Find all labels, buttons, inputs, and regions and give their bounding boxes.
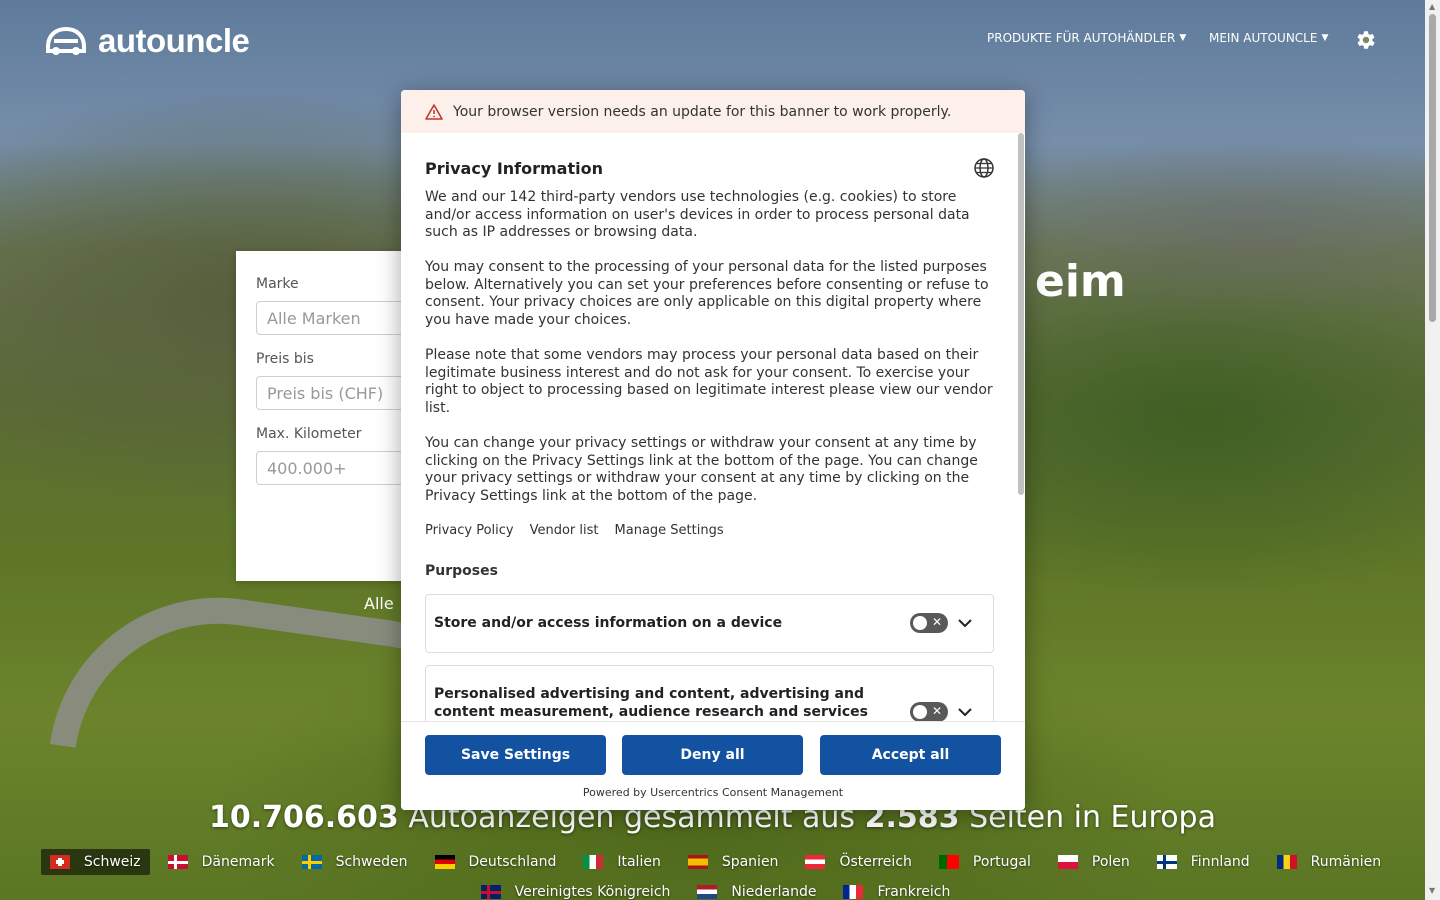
country-link-at[interactable]: Österreich — [796, 849, 920, 875]
caret-down-icon: ▼ — [1321, 33, 1329, 43]
country-link-fi[interactable]: Finnland — [1148, 849, 1259, 875]
caret-down-icon: ▼ — [1179, 33, 1187, 43]
purpose-storage[interactable]: Store and/or access information on a dev… — [425, 594, 994, 653]
nav-label: PRODUKTE FÜR AUTOHÄNDLER — [987, 31, 1176, 45]
gear-icon[interactable] — [1353, 28, 1377, 52]
browser-warning-banner: Your browser version needs an update for… — [401, 90, 1025, 133]
toggle-off-icon: ✕ — [932, 615, 943, 629]
country-link-de[interactable]: Deutschland — [426, 849, 566, 875]
flag-de-icon — [434, 855, 455, 869]
country-link-fr[interactable]: Frankreich — [834, 879, 959, 900]
all-cars-link[interactable]: Alle — [364, 594, 394, 613]
privacy-paragraph: You can change your privacy settings or … — [425, 435, 978, 504]
flag-dk-icon — [167, 855, 188, 869]
purpose-toggle[interactable]: ✕ — [910, 613, 948, 633]
country-link-gb[interactable]: Vereinigtes Königreich — [472, 879, 680, 900]
accept-all-button[interactable]: Accept all — [820, 735, 1001, 775]
country-link-ch[interactable]: Schweiz — [40, 849, 150, 875]
flag-ch-icon — [49, 855, 70, 869]
country-list: Schweiz Dänemark Schweden Deutschland Italie… — [30, 849, 1410, 900]
flag-pl-icon — [1057, 855, 1078, 869]
flag-at-icon — [805, 855, 826, 869]
country-link-nl[interactable]: Niederlande — [688, 879, 825, 900]
nav-my-autouncle[interactable]: MEIN AUTOUNCLE ▼ — [1209, 31, 1328, 45]
chevron-down-icon[interactable] — [958, 616, 972, 630]
country-link-es[interactable]: Spanien — [679, 849, 788, 875]
purpose-advertising[interactable]: Personalised advertising and content, ad… — [425, 665, 994, 721]
country-label: Schweiz — [83, 854, 141, 870]
flag-fr-icon — [843, 885, 864, 899]
scroll-down-icon[interactable]: ▼ — [1429, 886, 1435, 895]
consent-scroll-area[interactable]: Privacy Information We and our 142 third… — [401, 133, 1025, 721]
flag-nl-icon — [697, 885, 718, 899]
country-label: Portugal — [972, 854, 1031, 870]
country-link-it[interactable]: Italien — [574, 849, 669, 875]
privacy-description: We and our 142 third-party vendors use t… — [425, 189, 995, 523]
privacy-paragraph: We and our 142 third-party vendors use t… — [425, 189, 970, 241]
nav-label: MEIN AUTOUNCLE — [1209, 31, 1318, 45]
language-globe-icon[interactable] — [973, 157, 995, 179]
country-label: Niederlande — [731, 884, 817, 900]
flag-se-icon — [301, 855, 322, 869]
country-label: Finnland — [1190, 854, 1250, 870]
toggle-off-icon: ✕ — [932, 704, 943, 718]
country-label: Italien — [617, 854, 661, 870]
country-link-se[interactable]: Schweden — [293, 849, 417, 875]
hero-title: eim — [1035, 256, 1126, 307]
country-label: Vereinigtes Königreich — [514, 884, 671, 900]
flag-fi-icon — [1156, 855, 1177, 869]
warning-text: Your browser version needs an update for… — [453, 103, 952, 120]
listings-count: 10.706.603 — [209, 800, 399, 835]
country-link-pt[interactable]: Portugal — [930, 849, 1040, 875]
flag-ro-icon — [1276, 855, 1297, 869]
purpose-toggle[interactable]: ✕ — [910, 702, 948, 721]
flag-gb-icon — [480, 885, 501, 899]
mileage-label: Max. Kilometer — [256, 426, 362, 442]
privacy-policy-link[interactable]: Privacy Policy — [425, 523, 514, 538]
nav-dealer-products[interactable]: PRODUKTE FÜR AUTOHÄNDLER ▼ — [987, 31, 1186, 45]
page-scrollbar[interactable]: ▲ ▼ — [1425, 0, 1440, 900]
warning-icon — [425, 103, 443, 120]
consent-scrollbar[interactable] — [1017, 133, 1025, 721]
country-label: Österreich — [839, 854, 912, 870]
manage-settings-link[interactable]: Manage Settings — [615, 523, 724, 538]
consent-footer: Save Settings Deny all Accept all Powere… — [401, 721, 1025, 810]
country-label: Polen — [1091, 854, 1130, 870]
deny-all-button[interactable]: Deny all — [622, 735, 803, 775]
flag-pt-icon — [938, 855, 959, 869]
price-label: Preis bis — [256, 351, 314, 367]
privacy-paragraph: You may consent to the processing of you… — [425, 259, 989, 329]
make-label: Marke — [256, 276, 299, 292]
consent-dialog: Your browser version needs an update for… — [401, 90, 1025, 810]
purposes-heading: Purposes — [425, 563, 498, 579]
vendor-list-link[interactable]: Vendor list — [530, 523, 599, 538]
consent-scrollbar-thumb[interactable] — [1018, 133, 1024, 495]
privacy-title: Privacy Information — [425, 159, 603, 178]
country-label: Rumänien — [1310, 854, 1382, 870]
powered-by-text: Powered by Usercentrics Consent Manageme… — [582, 786, 844, 799]
country-link-dk[interactable]: Dänemark — [159, 849, 284, 875]
country-label: Deutschland — [468, 854, 557, 870]
chevron-down-icon[interactable] — [958, 705, 972, 719]
save-settings-button[interactable]: Save Settings — [425, 735, 606, 775]
flag-it-icon — [583, 855, 604, 869]
flag-es-icon — [687, 855, 708, 869]
purpose-label: Personalised advertising and content, ad… — [434, 686, 868, 720]
purpose-label: Store and/or access information on a dev… — [434, 615, 783, 631]
country-label: Spanien — [721, 854, 779, 870]
country-label: Schweden — [335, 854, 408, 870]
country-link-pl[interactable]: Polen — [1049, 849, 1139, 875]
consent-links: Privacy Policy Vendor list Manage Settin… — [425, 523, 724, 538]
scrollbar-thumb[interactable] — [1429, 14, 1436, 322]
scroll-up-icon[interactable]: ▲ — [1429, 2, 1435, 11]
privacy-paragraph: Please note that some vendors may proces… — [425, 347, 993, 416]
country-label: Frankreich — [877, 884, 951, 900]
car-logo-icon — [46, 26, 86, 55]
country-link-ro[interactable]: Rumänien — [1268, 849, 1390, 875]
country-label: Dänemark — [201, 854, 275, 870]
brand-name: autouncle — [98, 22, 250, 59]
autouncle-logo[interactable]: autouncle — [44, 22, 250, 60]
